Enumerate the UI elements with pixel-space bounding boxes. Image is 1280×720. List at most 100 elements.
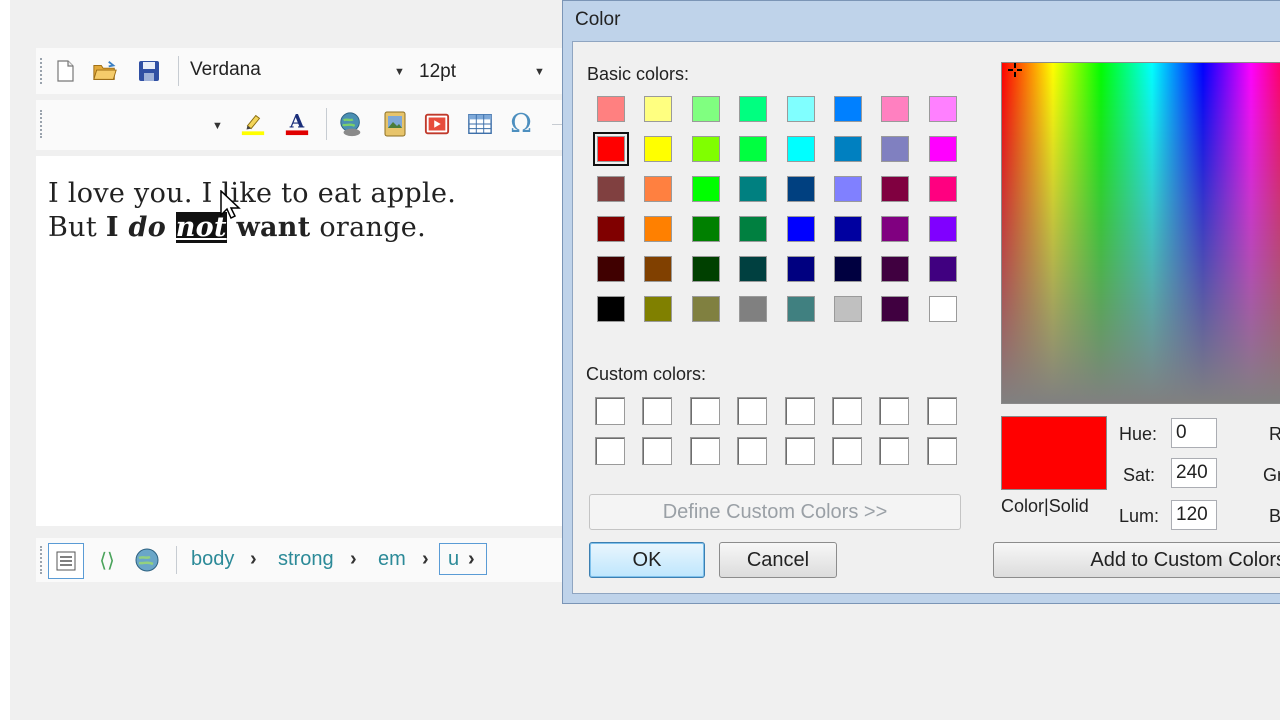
custom-color-swatch[interactable] — [926, 437, 957, 465]
basic-color-swatch[interactable] — [834, 96, 862, 122]
basic-color-swatch[interactable] — [928, 96, 957, 122]
basic-color-swatch[interactable] — [691, 136, 720, 162]
insert-media-icon[interactable] — [424, 111, 450, 137]
source-view-icon[interactable]: ⟨⟩ — [94, 547, 120, 573]
basic-color-swatch[interactable] — [691, 256, 720, 282]
basic-color-swatch[interactable] — [691, 216, 720, 242]
font-name-combo[interactable]: Verdana — [190, 59, 400, 81]
basic-color-swatch[interactable] — [739, 176, 768, 202]
custom-color-swatch[interactable] — [642, 397, 673, 425]
basic-color-swatch[interactable] — [786, 296, 815, 322]
color-spectrum[interactable] — [1001, 62, 1280, 404]
basic-color-swatch[interactable] — [928, 216, 957, 242]
basic-color-swatch[interactable] — [834, 296, 862, 322]
basic-color-swatch[interactable] — [881, 96, 910, 122]
custom-color-swatch[interactable] — [879, 437, 910, 465]
basic-color-swatch[interactable] — [881, 136, 910, 162]
breadcrumb-strong[interactable]: strong — [278, 548, 334, 571]
basic-color-swatch[interactable] — [786, 176, 815, 202]
custom-color-swatch[interactable] — [832, 397, 862, 425]
custom-color-swatch[interactable] — [642, 437, 673, 465]
custom-color-swatch[interactable] — [737, 397, 768, 425]
basic-color-swatch[interactable] — [786, 96, 815, 122]
custom-color-swatch[interactable] — [832, 437, 862, 465]
design-view-icon[interactable] — [48, 543, 84, 579]
basic-color-swatch[interactable] — [597, 296, 625, 322]
basic-color-swatch[interactable] — [644, 136, 673, 162]
basic-color-swatch[interactable] — [881, 296, 910, 322]
basic-color-swatch[interactable] — [644, 296, 673, 322]
new-document-icon[interactable] — [52, 58, 78, 84]
custom-color-swatch[interactable] — [926, 397, 957, 425]
em-text: do not — [129, 212, 227, 243]
basic-color-swatch[interactable] — [928, 256, 957, 282]
font-size-dropdown-icon[interactable]: ▼ — [534, 66, 545, 78]
custom-color-swatch[interactable] — [737, 437, 768, 465]
insert-symbol-icon[interactable]: Ω — [508, 109, 534, 139]
custom-color-swatch[interactable] — [784, 397, 815, 425]
font-color-icon[interactable]: A — [284, 110, 310, 136]
custom-color-swatch[interactable] — [784, 437, 815, 465]
hue-field[interactable] — [1171, 418, 1217, 448]
basic-color-swatch[interactable] — [834, 216, 862, 242]
basic-color-swatch[interactable] — [593, 132, 629, 166]
preview-view-icon[interactable] — [134, 547, 160, 573]
toolbar-grip[interactable] — [40, 110, 45, 138]
breadcrumb-body[interactable]: body — [191, 548, 234, 571]
basic-color-swatch[interactable] — [597, 96, 625, 122]
lum-field[interactable] — [1171, 500, 1217, 530]
basic-color-swatch[interactable] — [597, 256, 625, 282]
basic-color-swatch[interactable] — [691, 296, 720, 322]
toolbar-grip[interactable] — [40, 58, 45, 84]
font-size-combo[interactable]: 12pt — [419, 61, 539, 83]
basic-color-swatch[interactable] — [644, 176, 673, 202]
basic-color-swatch[interactable] — [739, 296, 768, 322]
basic-color-swatch[interactable] — [739, 256, 768, 282]
basic-color-swatch[interactable] — [928, 176, 957, 202]
basic-color-swatch[interactable] — [928, 136, 957, 162]
basic-color-swatch[interactable] — [786, 216, 815, 242]
custom-color-swatch[interactable] — [595, 397, 625, 425]
open-folder-icon[interactable] — [92, 58, 118, 84]
basic-color-swatch[interactable] — [834, 176, 862, 202]
basic-color-swatch[interactable] — [739, 96, 768, 122]
basic-color-swatch[interactable] — [881, 256, 910, 282]
basic-color-swatch[interactable] — [644, 96, 673, 122]
insert-image-icon[interactable] — [382, 111, 408, 137]
basic-color-swatch[interactable] — [786, 136, 815, 162]
insert-link-icon[interactable] — [338, 111, 364, 137]
highlight-color-icon[interactable] — [240, 110, 266, 136]
format-dropdown-icon[interactable]: ▼ — [212, 120, 223, 132]
custom-color-swatch[interactable] — [879, 397, 910, 425]
basic-color-swatch[interactable] — [881, 216, 910, 242]
basic-color-swatch[interactable] — [644, 216, 673, 242]
basic-color-swatch[interactable] — [881, 176, 910, 202]
basic-color-swatch[interactable] — [691, 176, 720, 202]
basic-color-swatch[interactable] — [739, 136, 768, 162]
basic-color-swatch[interactable] — [644, 256, 673, 282]
add-to-custom-colors-button[interactable]: Add to Custom Colors — [993, 542, 1280, 578]
basic-color-swatch[interactable] — [834, 136, 862, 162]
basic-color-swatch[interactable] — [597, 176, 625, 202]
basic-color-swatch[interactable] — [691, 96, 720, 122]
document-area[interactable]: I love you. I like to eat apple. But I d… — [36, 156, 566, 526]
insert-table-icon[interactable] — [467, 111, 493, 137]
toolbar-grip[interactable] — [40, 546, 45, 574]
cancel-button[interactable]: Cancel — [719, 542, 837, 578]
dialog-titlebar[interactable]: Color — [563, 1, 1280, 39]
ok-button[interactable]: OK — [589, 542, 705, 578]
basic-color-swatch[interactable] — [597, 216, 625, 242]
define-custom-colors-button[interactable]: Define Custom Colors >> — [589, 494, 961, 530]
custom-color-swatch[interactable] — [595, 437, 625, 465]
font-name-dropdown-icon[interactable]: ▼ — [394, 66, 405, 78]
basic-color-swatch[interactable] — [786, 256, 815, 282]
custom-color-swatch[interactable] — [689, 437, 720, 465]
custom-color-swatch[interactable] — [689, 397, 720, 425]
breadcrumb-em[interactable]: em — [378, 548, 406, 571]
save-icon[interactable] — [136, 58, 162, 84]
basic-color-swatch[interactable] — [739, 216, 768, 242]
basic-color-swatch[interactable] — [928, 296, 957, 322]
breadcrumb-u-selected[interactable]: u › — [439, 543, 487, 575]
basic-color-swatch[interactable] — [834, 256, 862, 282]
sat-field[interactable] — [1171, 458, 1217, 488]
